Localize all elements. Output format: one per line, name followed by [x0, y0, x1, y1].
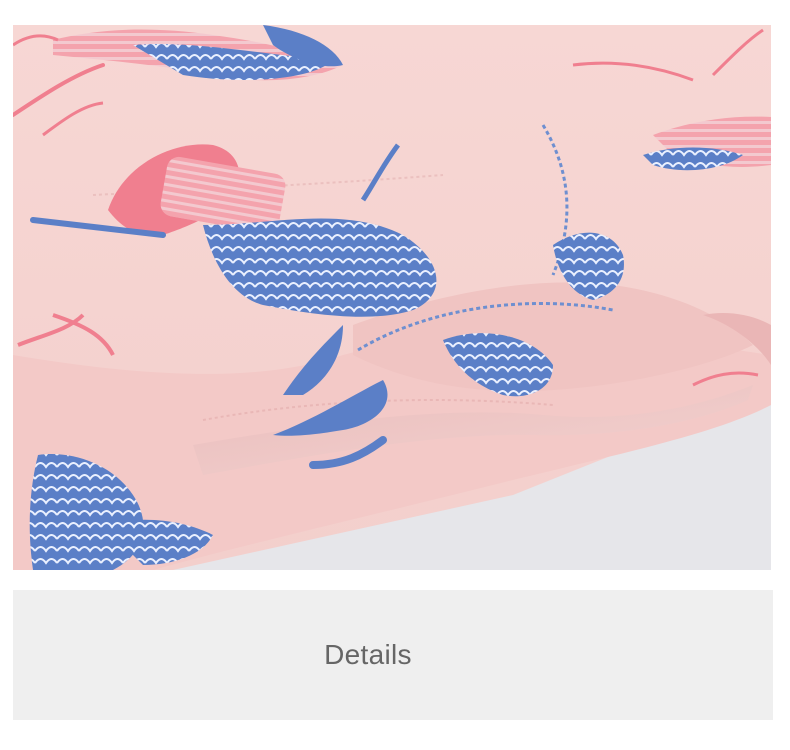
fabric-detail-photo	[13, 25, 771, 570]
product-detail-page: Details	[0, 0, 790, 750]
caption-band: Details	[13, 590, 773, 720]
fabric-illustration	[13, 25, 771, 570]
details-caption: Details	[324, 639, 412, 670]
